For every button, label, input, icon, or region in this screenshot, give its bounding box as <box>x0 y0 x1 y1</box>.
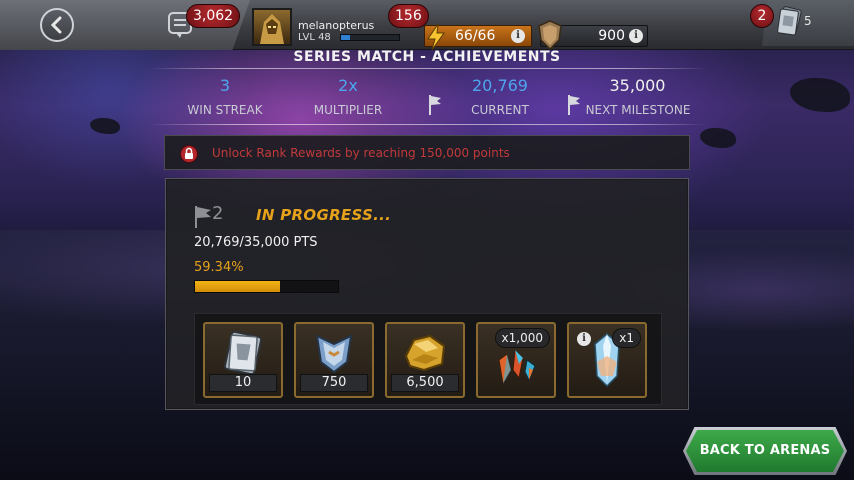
next-milestone-value: 35,000 <box>609 76 666 95</box>
divider <box>148 68 708 69</box>
chevron-left-icon <box>50 16 62 34</box>
floating-rock <box>790 78 850 112</box>
rank-rewards-banner: Unlock Rank Rewards by reaching 150,000 … <box>164 135 690 170</box>
back-button[interactable] <box>40 8 74 42</box>
cards-count: 5 <box>804 14 812 28</box>
gold-counter[interactable]: 900 i <box>538 20 648 50</box>
milestone-percent: 59.34% <box>194 260 244 275</box>
gold-value: 900 <box>598 28 625 44</box>
reward-multiplier: x1,000 <box>494 328 550 348</box>
reward-item[interactable]: 6,500 <box>385 322 465 398</box>
milestone-progress-bar <box>194 280 339 293</box>
reward-amount: 10 <box>209 374 277 392</box>
reward-item[interactable]: i x1 <box>567 322 647 398</box>
milestone-panel: 2 IN PROGRESS... 20,769/35,000 PTS 59.34… <box>165 178 689 410</box>
xp-bar <box>340 34 400 41</box>
next-milestone-label: NEXT MILESTONE <box>585 103 691 117</box>
rewards-strip: 10 750 6,500 x1,000 i x1 <box>194 313 662 405</box>
xp-fill <box>341 35 350 40</box>
floating-rock <box>700 128 736 148</box>
rank-rewards-text: Unlock Rank Rewards by reaching 150,000 … <box>212 146 510 160</box>
reward-amount: 750 <box>300 374 368 392</box>
reward-item[interactable]: 10 <box>203 322 283 398</box>
milestone-status: IN PROGRESS... <box>256 206 392 224</box>
lightning-bolt-icon <box>427 23 445 51</box>
lock-icon <box>180 145 198 163</box>
chevron-badge-icon <box>315 334 353 374</box>
silver-card-icon <box>223 330 263 376</box>
milestone-progress-fill <box>195 281 280 292</box>
back-to-arenas-button[interactable]: BACK TO ARENAS <box>686 430 844 472</box>
info-icon[interactable]: i <box>511 29 525 43</box>
win-streak-label: WIN STREAK <box>187 103 263 117</box>
player-level: LVL 48 <box>298 32 331 43</box>
notification-badge[interactable]: 156 <box>388 4 429 28</box>
reward-item[interactable]: 750 <box>294 322 374 398</box>
energy-value: 66/66 <box>455 28 496 44</box>
card-stack-icon[interactable] <box>776 6 802 36</box>
floating-rock <box>90 118 120 134</box>
cards-badge: 2 <box>750 4 774 28</box>
flag-icon <box>429 95 441 115</box>
divider <box>148 124 708 125</box>
energy-counter[interactable]: 66/66 i <box>424 23 532 51</box>
gold-nugget-icon <box>404 334 446 372</box>
milestone-number: 2 <box>212 203 224 224</box>
champion-portrait-icon <box>260 14 284 44</box>
info-icon[interactable]: i <box>629 29 643 43</box>
top-bar: 3,062 melanopterus LVL 48 156 66/66 i 90… <box>0 0 854 51</box>
multiplier-value: 2x <box>338 76 358 95</box>
milestone-points: 20,769/35,000 PTS <box>194 235 318 250</box>
reward-item[interactable]: x1,000 <box>476 322 556 398</box>
multiplier-label: MULTIPLIER <box>313 103 383 117</box>
current-points-value: 20,769 <box>472 76 528 95</box>
current-points-label: CURRENT <box>471 103 529 117</box>
avatar[interactable] <box>252 8 292 46</box>
reward-amount: 6,500 <box>391 374 459 392</box>
player-name: melanopterus <box>298 19 375 32</box>
milestone-flag-icon <box>195 206 211 228</box>
reward-multiplier: x1 <box>612 328 641 348</box>
page-title: SERIES MATCH - ACHIEVEMENTS <box>293 49 561 65</box>
shield-icon <box>538 20 562 50</box>
chat-count-badge: 3,062 <box>186 4 241 28</box>
win-streak-value: 3 <box>219 76 231 95</box>
